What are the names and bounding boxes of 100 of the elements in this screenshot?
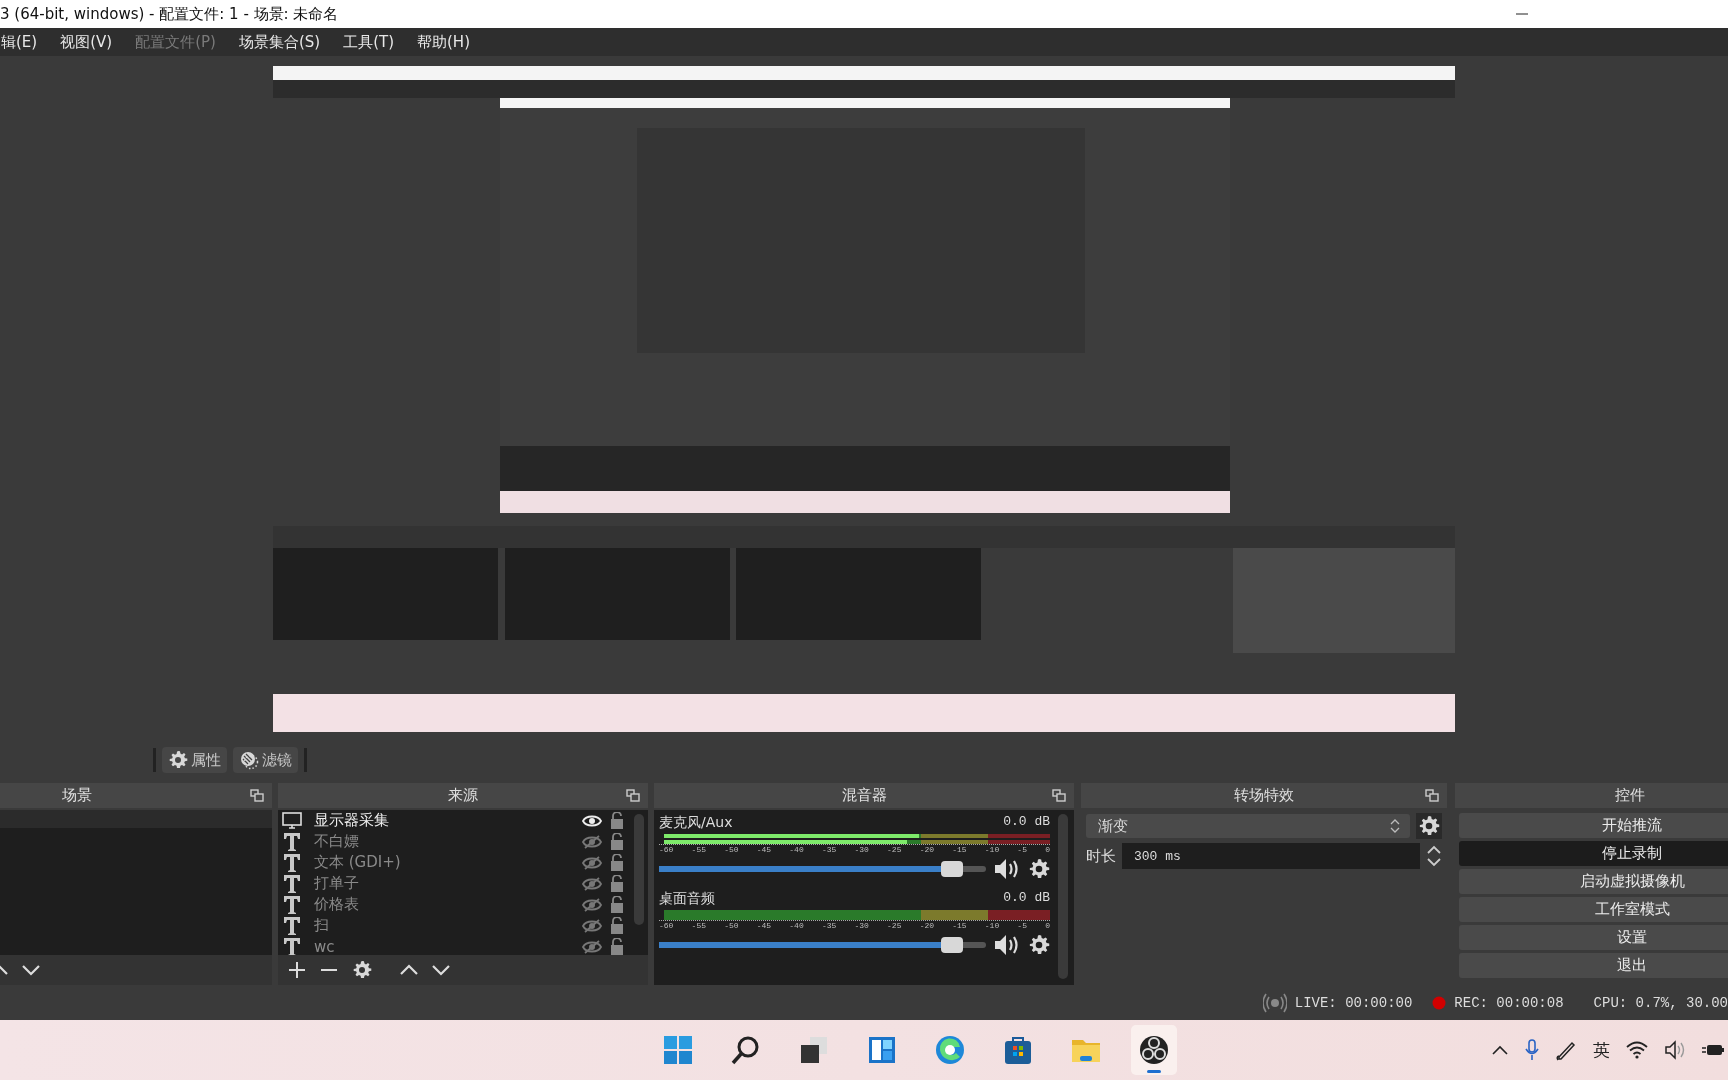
lock-icon[interactable]	[610, 875, 624, 892]
scale-label: -10	[984, 845, 1000, 854]
battery-icon[interactable]	[1702, 1042, 1724, 1058]
float-icon[interactable]	[1425, 789, 1439, 802]
control-button[interactable]: 工作室模式	[1459, 897, 1728, 922]
store-bag-icon	[1002, 1034, 1034, 1066]
duration-field[interactable]: 300 ms	[1122, 843, 1420, 869]
scale-label: -40	[789, 921, 804, 930]
wifi-icon[interactable]	[1626, 1041, 1648, 1059]
control-button[interactable]: 启动虚拟摄像机	[1459, 869, 1728, 894]
hidden-eye-icon[interactable]	[582, 876, 602, 891]
control-button[interactable]: 停止录制	[1459, 841, 1728, 866]
gear-icon[interactable]	[1028, 858, 1050, 880]
control-button[interactable]: 退出	[1459, 953, 1728, 978]
cpu-status: CPU: 0.7%, 30.00	[1593, 994, 1728, 1011]
scale-label: -40	[789, 845, 804, 854]
windows-logo-icon	[662, 1034, 694, 1066]
filters-button[interactable]: 滤镜	[233, 747, 298, 773]
scale-label: -55	[691, 921, 706, 930]
hidden-eye-icon[interactable]	[582, 897, 602, 912]
lock-icon[interactable]	[610, 833, 624, 850]
scale-label: -25	[887, 921, 902, 930]
filter-icon	[239, 750, 259, 770]
rec-status: REC: 00:00:08	[1454, 994, 1564, 1011]
menu-item[interactable]: 帮助(H)	[416, 32, 471, 52]
scale-label: -50	[724, 845, 739, 854]
gear-icon	[168, 750, 188, 770]
widgets-icon	[866, 1034, 898, 1066]
obs-logo-icon	[1138, 1034, 1170, 1066]
gear-icon[interactable]	[352, 960, 372, 980]
lock-icon[interactable]	[610, 812, 624, 829]
float-icon[interactable]	[250, 789, 264, 802]
source-name[interactable]: 不白嫖	[314, 832, 582, 851]
browser-icon	[934, 1034, 966, 1066]
scale-label: -25	[887, 845, 902, 854]
text-icon	[282, 915, 302, 936]
channel-name: 麦克风/Aux	[659, 814, 733, 832]
scale-label: -60	[659, 845, 674, 854]
input-method-indicator[interactable]: 英	[1593, 1038, 1610, 1062]
menu-item[interactable]: 工具(T)	[342, 32, 395, 52]
scrollbar[interactable]	[634, 814, 644, 925]
scale-label: -20	[919, 845, 935, 854]
add-icon[interactable]	[288, 961, 306, 979]
properties-button[interactable]: 属性	[162, 747, 227, 773]
lock-icon[interactable]	[610, 938, 624, 955]
lock-icon[interactable]	[610, 854, 624, 871]
chevron-up-icon[interactable]	[1491, 1044, 1509, 1056]
spin-arrows-icon	[1390, 818, 1400, 834]
pen-icon[interactable]	[1555, 1039, 1577, 1061]
menu-item[interactable]: 辑(E)	[0, 32, 39, 52]
scale-label: -10	[984, 921, 1000, 930]
spin-arrows-icon[interactable]	[1426, 844, 1442, 868]
scrollbar[interactable]	[1058, 814, 1068, 979]
float-icon[interactable]	[626, 789, 640, 802]
volume-slider[interactable]	[659, 861, 986, 877]
scale-label: -15	[952, 921, 967, 930]
taskbar-app[interactable]	[1131, 1025, 1177, 1075]
text-icon	[282, 873, 302, 894]
live-status: LIVE: 00:00:00	[1294, 994, 1413, 1011]
scale-label: 0	[1045, 845, 1050, 854]
settings-icon[interactable]	[1416, 813, 1442, 839]
control-button[interactable]: 开始推流	[1459, 813, 1728, 838]
channel-name: 桌面音频	[659, 890, 715, 908]
menu-item[interactable]: 场景集合(S)	[237, 32, 322, 52]
scale-label: -30	[854, 921, 869, 930]
speaker-icon[interactable]	[994, 934, 1020, 956]
control-button[interactable]: 设置	[1459, 925, 1728, 950]
window-title: 3 (64-bit, windows) - 配置文件: 1 - 场景: 未命名	[0, 4, 339, 24]
transition-dropdown[interactable]: 渐变	[1086, 814, 1410, 838]
dock-title: 混音器	[841, 786, 887, 805]
scale-label: -50	[724, 921, 739, 930]
source-name[interactable]: 打单子	[314, 874, 582, 893]
scale-label: -15	[952, 845, 967, 854]
scale-label: -45	[756, 845, 772, 854]
volume-icon[interactable]	[1664, 1040, 1686, 1060]
source-name[interactable]: wc	[314, 937, 582, 955]
source-name[interactable]: 文本 (GDI+)	[314, 853, 582, 872]
monitor-icon	[282, 811, 302, 830]
source-name[interactable]: 扫	[314, 916, 582, 935]
gear-icon[interactable]	[1028, 934, 1050, 956]
volume-slider[interactable]	[659, 937, 986, 953]
hidden-eye-icon[interactable]	[582, 918, 602, 933]
hidden-eye-icon[interactable]	[582, 834, 602, 849]
scale-label: -35	[821, 845, 837, 854]
float-icon[interactable]	[1052, 789, 1066, 802]
source-name[interactable]: 显示器采集	[314, 811, 582, 830]
scale-label: -5	[1017, 921, 1027, 930]
lock-icon[interactable]	[610, 917, 624, 934]
hidden-eye-icon[interactable]	[582, 855, 602, 870]
source-name[interactable]: 价格表	[314, 895, 582, 914]
eye-icon[interactable]	[582, 813, 602, 828]
speaker-icon[interactable]	[994, 858, 1020, 880]
hidden-eye-icon[interactable]	[582, 939, 602, 954]
dock-title: 场景	[62, 786, 92, 805]
lock-icon[interactable]	[610, 896, 624, 913]
volume-reading: 0.0 dB	[1003, 890, 1050, 907]
record-dot-icon	[1432, 995, 1447, 1010]
task-view-icon	[798, 1034, 830, 1066]
microphone-icon[interactable]	[1525, 1039, 1539, 1061]
menu-item[interactable]: 视图(V)	[59, 32, 114, 52]
